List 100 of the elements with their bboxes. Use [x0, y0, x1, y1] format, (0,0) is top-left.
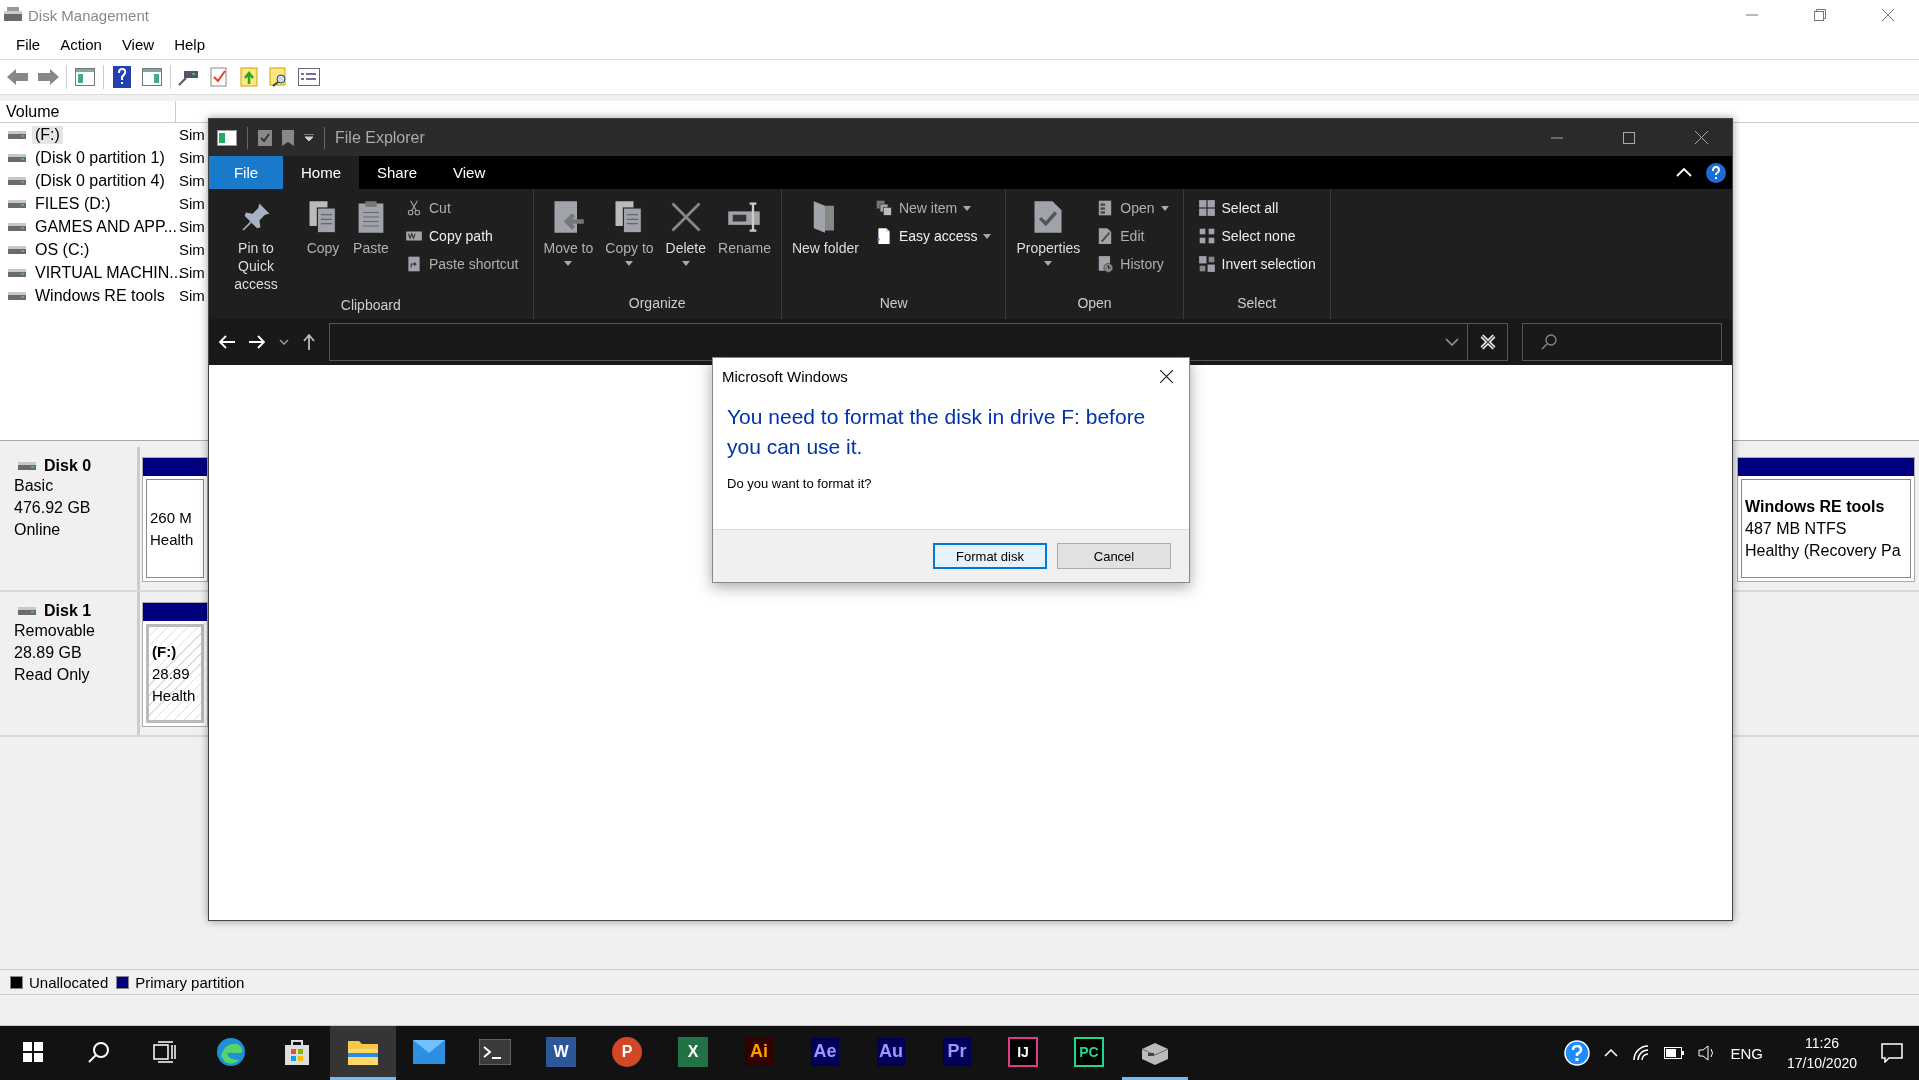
- group-label: Organize: [627, 294, 687, 313]
- taskbar-app[interactable]: [330, 1026, 396, 1080]
- taskbar-app[interactable]: Ae: [792, 1026, 858, 1080]
- disk-info: Removable: [14, 621, 96, 641]
- back-button[interactable]: [219, 335, 235, 349]
- column-header[interactable]: Volume: [0, 101, 176, 123]
- partition-info: 28.89: [152, 663, 191, 684]
- table-cell-text: Sim: [178, 195, 205, 212]
- restore-icon: [1814, 9, 1826, 21]
- forward-button[interactable]: [249, 335, 265, 349]
- up-button[interactable]: [303, 334, 315, 350]
- partition-header-bar: [143, 603, 207, 621]
- close-icon: [1694, 131, 1708, 144]
- disk-info: 28.89 GB: [14, 643, 83, 663]
- ribbon-button[interactable]: Invert selection: [1193, 253, 1320, 275]
- ribbon-button[interactable]: Select all: [1193, 197, 1320, 219]
- disk-info: 476.92 GB: [14, 498, 92, 518]
- volume-name[interactable]: (Disk 0 partition 1): [32, 148, 168, 167]
- app-icon: X: [678, 1036, 708, 1067]
- table-cell-text: Sim: [178, 172, 205, 189]
- wave-icon: [215, 1035, 247, 1068]
- disk-info: Basic: [14, 476, 55, 496]
- caret-icon: [1160, 205, 1169, 211]
- ribbon-tab[interactable]: File: [209, 156, 283, 189]
- right-arrow-icon: [249, 335, 265, 349]
- checkmark-page-icon: [210, 67, 228, 87]
- wifi-icon: [1632, 1045, 1651, 1061]
- table-cell-text: Sim: [178, 241, 205, 258]
- menu-item[interactable]: Action: [50, 36, 112, 53]
- volume-name[interactable]: (F:): [32, 125, 63, 144]
- drive-icon: [8, 244, 26, 255]
- ribbon-button[interactable]: Easy access: [870, 225, 996, 247]
- grid-icon: [1197, 199, 1216, 217]
- taskbar-app[interactable]: IJ: [990, 1026, 1056, 1080]
- drive-icon: [18, 606, 36, 616]
- drive-icon: [18, 461, 36, 471]
- help-button[interactable]: [110, 65, 134, 89]
- maximize-icon: [1623, 131, 1635, 144]
- partition[interactable]: (F:) 28.89 Health: [142, 602, 208, 727]
- table-cell-text: Sim: [178, 218, 205, 235]
- ribbon-button[interactable]: New folder: [785, 197, 865, 293]
- caret-icon: [625, 261, 634, 266]
- drive-icon: [8, 198, 26, 209]
- volume-name[interactable]: FILES (D:): [32, 194, 114, 213]
- battery-icon: [1664, 1047, 1685, 1059]
- dropdown-icon: [304, 133, 314, 142]
- task-view-icon: [153, 1040, 177, 1063]
- dialog-button[interactable]: Format disk: [933, 543, 1047, 569]
- ribbon-button[interactable]: Pin to Quick access: [213, 197, 299, 295]
- up-arrow-page-icon: [240, 67, 258, 87]
- taskbar-app[interactable]: P: [594, 1026, 660, 1080]
- ribbon-tab[interactable]: Home: [283, 156, 359, 189]
- checkmark-page-icon: [258, 129, 272, 146]
- menu-item[interactable]: View: [111, 36, 165, 53]
- partition[interactable]: 260 M Health: [142, 457, 208, 582]
- group-label: Clipboard: [339, 296, 402, 315]
- app-icon: P: [612, 1036, 642, 1067]
- volume-name[interactable]: OS (C:): [32, 240, 93, 259]
- help-icon: [1706, 162, 1726, 183]
- disk-info: Read Only: [14, 665, 91, 685]
- drive-icon: [8, 175, 26, 186]
- volume-name[interactable]: (Disk 0 partition 4): [32, 171, 168, 190]
- drive-icon: [4, 7, 22, 23]
- ribbon-button[interactable]: Copy path: [401, 225, 523, 247]
- menu-item[interactable]: File: [6, 36, 51, 53]
- toolbar-button[interactable]: [140, 65, 164, 89]
- taskbar-app[interactable]: Ai: [726, 1026, 792, 1080]
- ribbon-button[interactable]: Select none: [1193, 225, 1320, 247]
- scissors-icon: [405, 199, 423, 217]
- dialog-heading: You need to format the disk in drive F: before you can use it.: [727, 404, 1147, 460]
- drive-icon: [8, 290, 26, 301]
- legend-label: Primary partition: [135, 973, 245, 991]
- toolbar-button[interactable]: [297, 65, 321, 89]
- menu-item[interactable]: Help: [164, 36, 215, 53]
- taskbar-app[interactable]: PC: [1056, 1026, 1122, 1080]
- taskbar-app[interactable]: Pr: [924, 1026, 990, 1080]
- taskbar-app[interactable]: X: [660, 1026, 726, 1080]
- recent-locations-button[interactable]: [279, 339, 289, 345]
- taskbar-app[interactable]: W: [528, 1026, 594, 1080]
- refresh-button[interactable]: [1468, 323, 1508, 361]
- caret-icon: [681, 261, 690, 266]
- clock[interactable]: 11:26 17/10/2020: [1776, 1033, 1867, 1073]
- connect-icon: [178, 68, 200, 86]
- shortcut-icon: [405, 255, 423, 273]
- volume-name[interactable]: GAMES AND APP...: [32, 217, 180, 236]
- volume-name[interactable]: Windows RE tools: [32, 286, 168, 305]
- search-field[interactable]: [1522, 323, 1722, 361]
- dialog-button[interactable]: Cancel: [1057, 543, 1171, 569]
- drive-icon: [8, 221, 26, 232]
- taskbar-app[interactable]: Au: [858, 1026, 924, 1080]
- minimize-icon: [1551, 136, 1563, 139]
- grid-icon: [1197, 227, 1216, 245]
- disk-name: Disk 0: [44, 457, 92, 475]
- language-indicator[interactable]: ENG: [1730, 1044, 1763, 1062]
- ribbon-button[interactable]: Properties: [1010, 197, 1087, 293]
- toolbar-button[interactable]: [73, 65, 97, 89]
- partition[interactable]: Windows RE tools 487 MB NTFS Healthy (Recovery Pa: [1737, 457, 1915, 582]
- ribbon-button[interactable]: Delete: [659, 197, 713, 293]
- table-cell-text: Sim: [178, 287, 205, 304]
- close-icon: [1882, 9, 1894, 21]
